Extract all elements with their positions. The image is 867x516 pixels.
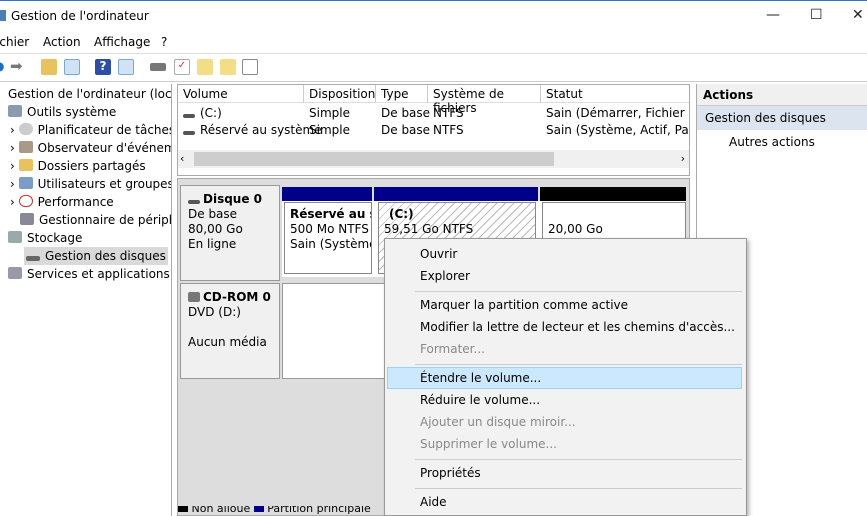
event-viewer-icon: [18, 141, 33, 153]
menu-affichage[interactable]: Affichage: [94, 35, 150, 49]
cdrom-0-label[interactable]: CD-ROM 0 DVD (D:) Aucun média: [180, 283, 280, 379]
tree-item-utilisateurs[interactable]: › Utilisateurs et groupes locaux: [10, 177, 171, 191]
show-tree-icon[interactable]: [64, 59, 80, 75]
menu-item-modifier-lettre[interactable]: Modifier la lettre de lecteur et les che…: [420, 320, 735, 334]
menu-item-explorer[interactable]: Explorer: [420, 269, 470, 283]
partition-bar: [374, 187, 538, 201]
menu-item-etendre[interactable]: Étendre le volume...: [420, 371, 541, 385]
window-title: Gestion de l'ordinateur: [11, 9, 149, 23]
navigation-tree: Gestion de l'ordinateur (local) Outils s…: [0, 84, 172, 516]
close-button[interactable]: ✕: [852, 7, 864, 23]
scroll-right-icon: ›: [680, 152, 685, 165]
disk-icon[interactable]: [150, 63, 166, 71]
tree-item-performance[interactable]: › Performance: [10, 195, 114, 209]
menu-item-proprietes[interactable]: Propriétés: [420, 466, 481, 480]
menu-help[interactable]: ?: [161, 35, 167, 49]
services-icon: [8, 267, 22, 279]
tree-root[interactable]: Gestion de l'ordinateur (local): [8, 87, 171, 101]
col-type[interactable]: Type: [376, 85, 428, 103]
partition-reserved[interactable]: Réservé au système500 Mo NTFSSain (Systè…: [284, 202, 372, 274]
forward-icon[interactable]: ➡: [10, 57, 26, 75]
col-volume[interactable]: Volume: [178, 85, 304, 103]
tree-item-stockage[interactable]: Stockage: [8, 231, 82, 245]
col-statut[interactable]: Statut: [541, 85, 689, 103]
disk-icon: [26, 256, 40, 261]
menu-action[interactable]: Action: [43, 35, 81, 49]
actions-header: Actions: [697, 84, 867, 106]
toolbar: ● ➡ ? ✓: [0, 54, 867, 82]
shared-folder-icon: [18, 159, 33, 171]
clock-icon: [18, 123, 33, 135]
device-manager-icon: [20, 213, 34, 225]
menu-item-reduire[interactable]: Réduire le volume...: [420, 393, 540, 407]
import-icon[interactable]: [197, 59, 213, 75]
context-menu: Ouvrir Explorer Marquer la partition com…: [384, 238, 747, 516]
menu-item-supprimer[interactable]: Supprimer le volume...: [420, 437, 557, 451]
tree-item-observateur[interactable]: › Observateur d'événements: [10, 141, 171, 155]
menu-item-ouvrir[interactable]: Ouvrir: [420, 247, 457, 261]
properties-icon[interactable]: [242, 59, 258, 75]
disk-0-label[interactable]: Disque 0 De base 80,00 Go En ligne: [180, 185, 280, 281]
show-action-pane-icon[interactable]: [118, 59, 134, 75]
autres-actions[interactable]: Autres actions: [697, 130, 867, 154]
back-icon[interactable]: ●: [0, 59, 10, 75]
unallocated-bar: [540, 187, 686, 201]
up-folder-icon[interactable]: [41, 59, 57, 75]
search-icon[interactable]: [220, 59, 236, 75]
tree-item-services[interactable]: Services et applications: [8, 267, 170, 281]
tree-item-outils-systeme[interactable]: Outils système: [8, 105, 116, 119]
title-bar: Gestion de l'ordinateur — ☐ ✕: [0, 0, 867, 32]
col-filesystem[interactable]: Système de fichiers: [428, 85, 541, 115]
tree-item-planificateur[interactable]: › Planificateur de tâches: [10, 123, 171, 137]
app-icon: [0, 10, 6, 21]
menu-item-marquer-active[interactable]: Marquer la partition comme active: [420, 298, 628, 312]
storage-icon: [8, 231, 22, 243]
help-icon[interactable]: ?: [95, 59, 111, 75]
menu-bar: Fichier Action Affichage ?: [0, 32, 867, 54]
menu-item-aide[interactable]: Aide: [420, 495, 447, 509]
menu-item-formater[interactable]: Formater...: [420, 342, 485, 356]
scroll-thumb: [194, 152, 554, 166]
minimize-button[interactable]: —: [766, 7, 780, 23]
partition-bar: [282, 187, 372, 201]
tree-item-dossiers-partages[interactable]: › Dossiers partagés: [10, 159, 146, 173]
menu-fichier[interactable]: Fichier: [0, 35, 29, 49]
col-disposition[interactable]: Disposition: [304, 85, 376, 103]
menu-item-miroir[interactable]: Ajouter un disque miroir...: [420, 415, 576, 429]
scroll-left-icon: ‹: [180, 152, 185, 165]
check-icon[interactable]: ✓: [174, 59, 190, 75]
tree-item-gestionnaire-peripheriques[interactable]: Gestionnaire de périphériques: [20, 213, 171, 227]
legend: Non alloué Partition principale: [178, 506, 384, 516]
tools-icon: [8, 105, 22, 117]
maximize-button[interactable]: ☐: [810, 7, 823, 23]
tree-item-gestion-disques[interactable]: Gestion des disques: [24, 247, 168, 265]
actions-section[interactable]: Gestion des disques: [697, 106, 867, 130]
users-icon: [18, 177, 33, 189]
performance-icon: [18, 195, 33, 207]
horizontal-scrollbar[interactable]: ‹ ›: [178, 150, 689, 168]
